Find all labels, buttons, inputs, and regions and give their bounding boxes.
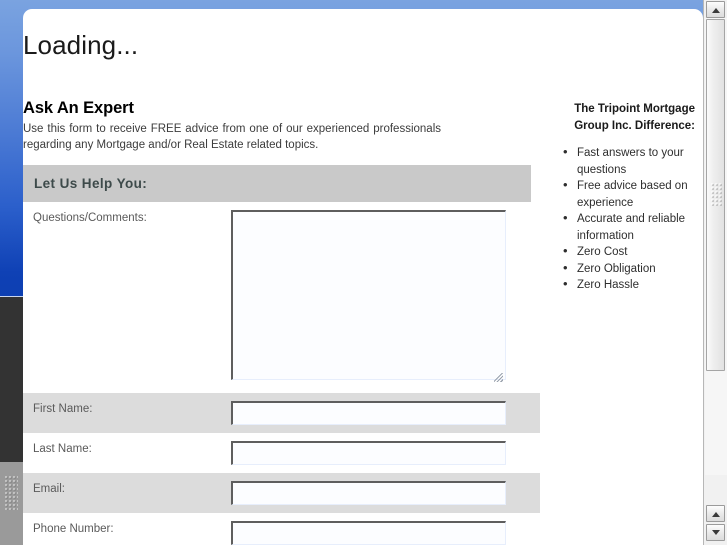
form-row: Last Name:	[23, 433, 540, 473]
form-row: Email:	[23, 473, 540, 513]
triangle-down-icon	[711, 529, 720, 535]
scroll-up-button[interactable]	[706, 505, 725, 522]
questions-comments-textarea[interactable]	[231, 210, 506, 380]
email-input[interactable]	[231, 481, 506, 505]
form-heading: Ask An Expert	[23, 99, 134, 117]
content-card: Loading... Ask An Expert Use this form t…	[23, 9, 703, 545]
list-item: Zero Obligation	[563, 260, 695, 278]
aside-title: The Tripoint Mortgage Group Inc. Differe…	[574, 103, 695, 132]
field-cell	[231, 433, 506, 473]
left-gray-scroll-strip[interactable]	[0, 462, 23, 545]
left-dark-scroll-strip	[0, 296, 23, 462]
form-column: Ask An Expert Use this form to receive F…	[23, 99, 542, 545]
section-header: Let Us Help You:	[23, 165, 531, 202]
field-label: Last Name:	[33, 443, 92, 455]
questions-comments-wrap	[231, 210, 506, 385]
form-intro-text: Use this form to receive FREE advice fro…	[23, 123, 441, 151]
list-item: Zero Hassle	[563, 276, 695, 294]
field-cell	[231, 393, 506, 433]
field-label: Phone Number:	[33, 523, 114, 535]
form-row: Questions/Comments:	[23, 202, 540, 393]
form-row: First Name:	[23, 393, 540, 433]
aside-column: The Tripoint Mortgage Group Inc. Differe…	[557, 101, 695, 294]
list-item: Accurate and reliable information	[563, 210, 695, 244]
aside-benefits-list: Fast answers to your questions Free advi…	[557, 144, 695, 294]
form-row: Phone Number:	[23, 513, 540, 545]
field-cell	[231, 473, 506, 513]
list-item: Free advice based on experience	[563, 177, 695, 211]
field-cell	[231, 513, 506, 545]
phone-number-input[interactable]	[231, 521, 506, 545]
scroll-down-button[interactable]	[706, 524, 725, 541]
field-label: First Name:	[33, 403, 93, 415]
field-label: Email:	[33, 483, 65, 495]
list-item: Zero Cost	[563, 243, 695, 261]
field-cell	[231, 202, 506, 393]
first-name-input[interactable]	[231, 401, 506, 425]
page-title: Loading...	[23, 30, 139, 60]
last-name-input[interactable]	[231, 441, 506, 465]
window-scrollbar[interactable]	[703, 0, 727, 545]
window-scrollbar-thumb[interactable]	[706, 19, 725, 371]
triangle-up-icon	[711, 511, 720, 517]
triangle-up-icon	[711, 7, 720, 13]
scroll-up-button-top[interactable]	[706, 1, 725, 18]
list-item: Fast answers to your questions	[563, 144, 695, 178]
field-label: Questions/Comments:	[33, 212, 147, 224]
